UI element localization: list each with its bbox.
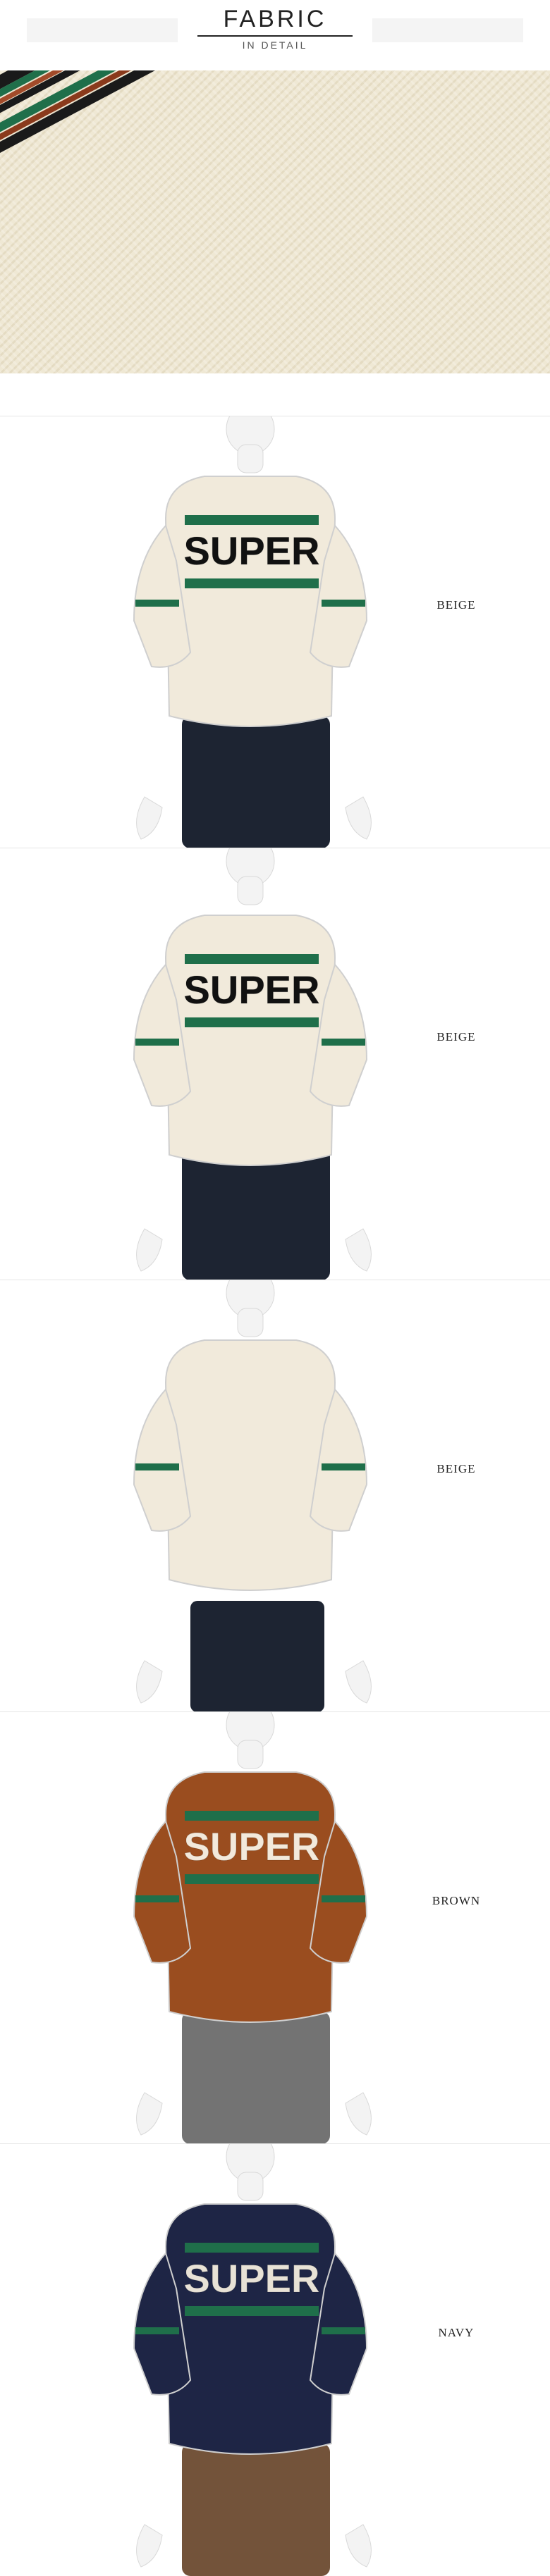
sweater-body xyxy=(164,476,336,727)
sleeve-stripe-left xyxy=(135,1463,179,1470)
mannequin-neck xyxy=(237,1308,264,1337)
mannequin-neck xyxy=(237,2172,264,2201)
product-section-beige-angle: SUPER BEIGE xyxy=(0,848,550,1280)
sweater-super-text: SUPER xyxy=(184,2256,320,2301)
chest-stripe-bottom xyxy=(185,578,319,588)
sleeve-stripe-right xyxy=(322,2327,365,2334)
mannequin-hand-left xyxy=(136,1228,163,1272)
lower-garment xyxy=(182,2012,330,2144)
chest-stripe-top xyxy=(185,1811,319,1821)
mannequin-hand-left xyxy=(136,2092,163,2136)
chest-stripe-bottom xyxy=(185,1874,319,1884)
sweater-body xyxy=(164,1339,336,1591)
sleeve-stripe-left xyxy=(135,2327,179,2334)
product-section-navy-front: SUPER NAVY xyxy=(0,2143,550,2576)
sweater-super-text: SUPER xyxy=(184,1824,320,1869)
product-section-brown-front: SUPER BROWN xyxy=(0,1711,550,2144)
sleeve-stripe-right xyxy=(322,1039,365,1046)
sleeve-stripe-right xyxy=(322,1895,365,1902)
sleeve-stripe-left xyxy=(135,600,179,607)
color-label: BEIGE xyxy=(436,1030,476,1044)
product-photo: SUPER xyxy=(133,1712,372,2144)
color-label: BEIGE xyxy=(436,598,476,612)
header-title: FABRIC xyxy=(223,6,327,32)
lower-garment xyxy=(190,1601,324,1712)
product-section-beige-back: BEIGE xyxy=(0,1280,550,1712)
mannequin-neck xyxy=(237,1740,264,1769)
mannequin-hand-right xyxy=(345,796,372,840)
mannequin-hand-right xyxy=(345,1660,372,1704)
header-underline xyxy=(197,35,353,37)
header-fabric-in-detail: FABRIC IN DETAIL xyxy=(0,0,550,70)
sweater-body xyxy=(164,1771,336,2023)
mannequin-hand-right xyxy=(345,2092,372,2136)
product-photo xyxy=(133,1280,372,1712)
header-decor-bar-left xyxy=(27,18,178,42)
lower-garment xyxy=(182,1148,330,1280)
fabric-closeup-image xyxy=(0,70,550,373)
product-photo: SUPER xyxy=(133,848,372,1280)
mannequin-neck xyxy=(237,444,264,473)
mannequin-neck xyxy=(237,876,264,905)
chest-stripe-bottom xyxy=(185,1017,319,1027)
sleeve-stripe-left xyxy=(135,1895,179,1902)
mannequin-hand-left xyxy=(136,2524,163,2568)
color-label: NAVY xyxy=(438,2326,475,2339)
chest-stripe-top xyxy=(185,2243,319,2253)
color-label: BROWN xyxy=(432,1894,481,1907)
sleeve-stripe-right xyxy=(322,1463,365,1470)
sleeve-stripe-left xyxy=(135,1039,179,1046)
product-section-beige-front: SUPER BEIGE xyxy=(0,416,550,848)
sweater-body xyxy=(164,2203,336,2455)
lower-garment xyxy=(182,716,330,848)
product-photo: SUPER xyxy=(133,416,372,848)
product-photo: SUPER xyxy=(133,2144,372,2576)
mannequin-hand-right xyxy=(345,2524,372,2568)
chest-stripe-top xyxy=(185,954,319,964)
header-subtitle: IN DETAIL xyxy=(242,39,308,51)
color-label: BEIGE xyxy=(436,1462,476,1475)
mannequin-hand-right xyxy=(345,1228,372,1272)
sweater-body xyxy=(164,915,336,1166)
mannequin-hand-left xyxy=(136,1660,163,1704)
header-decor-bar-right xyxy=(372,18,523,42)
chest-stripe-bottom xyxy=(185,2306,319,2316)
lower-garment xyxy=(182,2444,330,2576)
sleeve-stripe-right xyxy=(322,600,365,607)
mannequin-hand-left xyxy=(136,796,163,840)
chest-stripe-top xyxy=(185,515,319,525)
sweater-super-text: SUPER xyxy=(184,967,320,1012)
sweater-super-text: SUPER xyxy=(184,528,320,573)
